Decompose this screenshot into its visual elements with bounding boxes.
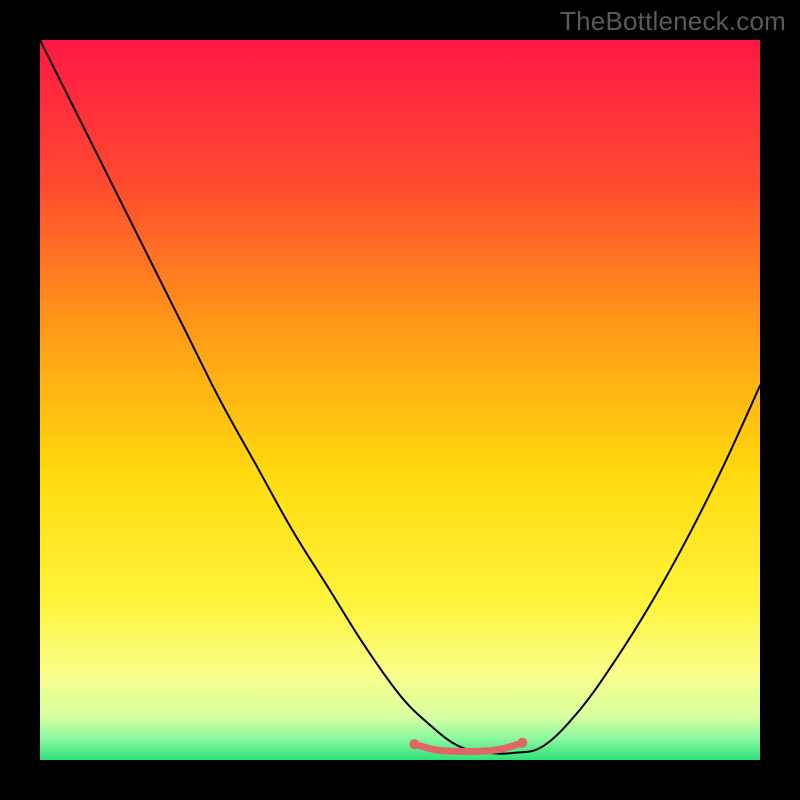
gradient-background xyxy=(40,40,760,760)
optimal-end-dot xyxy=(517,738,527,748)
watermark-text: TheBottleneck.com xyxy=(560,6,786,37)
optimal-start-dot xyxy=(409,739,419,749)
chart-frame: TheBottleneck.com xyxy=(0,0,800,800)
chart-svg xyxy=(0,0,800,800)
